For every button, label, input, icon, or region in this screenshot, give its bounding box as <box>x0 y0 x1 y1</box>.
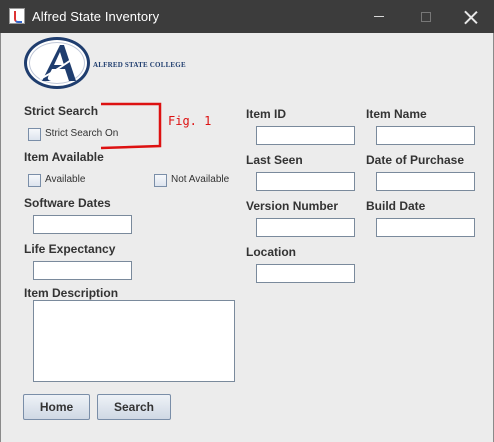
annotation-label: Fig. 1 <box>168 114 212 128</box>
annotation-bracket <box>100 102 162 150</box>
version-number-label: Version Number <box>246 199 339 213</box>
home-button[interactable]: Home <box>23 394 90 420</box>
item-id-input[interactable] <box>256 126 355 145</box>
date-of-purchase-input[interactable] <box>376 172 475 191</box>
strict-search-checkbox[interactable] <box>28 128 41 141</box>
minimize-icon <box>374 16 384 17</box>
java-app-icon <box>9 8 25 24</box>
letter-a-logo-icon <box>39 45 79 81</box>
item-name-label: Item Name <box>366 107 427 121</box>
item-description-textarea[interactable] <box>33 300 235 382</box>
search-button[interactable]: Search <box>97 394 171 420</box>
life-expectancy-heading: Life Expectancy <box>24 242 116 256</box>
software-dates-heading: Software Dates <box>24 196 111 210</box>
maximize-button[interactable] <box>403 0 449 33</box>
last-seen-label: Last Seen <box>246 153 303 167</box>
college-logo: Alfred State College <box>24 37 186 93</box>
logo-text: Alfred State College <box>93 61 186 69</box>
software-dates-input[interactable] <box>33 215 132 234</box>
version-number-input[interactable] <box>256 218 355 237</box>
close-button[interactable] <box>448 0 494 33</box>
minimize-button[interactable] <box>356 0 402 33</box>
maximize-icon <box>421 11 431 22</box>
life-expectancy-input[interactable] <box>33 261 132 280</box>
close-icon <box>464 10 478 24</box>
strict-search-heading: Strict Search <box>24 104 99 118</box>
last-seen-input[interactable] <box>256 172 355 191</box>
available-checkbox[interactable] <box>28 174 41 187</box>
available-checkbox-label[interactable]: Available <box>45 174 85 185</box>
item-description-heading: Item Description <box>24 286 119 300</box>
build-date-input[interactable] <box>376 218 475 237</box>
item-name-input[interactable] <box>376 126 475 145</box>
build-date-label: Build Date <box>366 199 426 213</box>
window-title: Alfred State Inventory <box>32 9 160 24</box>
item-id-label: Item ID <box>246 107 287 121</box>
window-border-left <box>0 33 1 442</box>
title-bar[interactable]: Alfred State Inventory <box>0 0 494 33</box>
not-available-checkbox-label[interactable]: Not Available <box>171 174 229 185</box>
item-available-heading: Item Available <box>24 150 104 164</box>
date-of-purchase-label: Date of Purchase <box>366 153 465 167</box>
location-label: Location <box>246 245 296 259</box>
not-available-checkbox[interactable] <box>154 174 167 187</box>
location-input[interactable] <box>256 264 355 283</box>
strict-search-checkbox-label[interactable]: Strict Search On <box>45 128 118 139</box>
